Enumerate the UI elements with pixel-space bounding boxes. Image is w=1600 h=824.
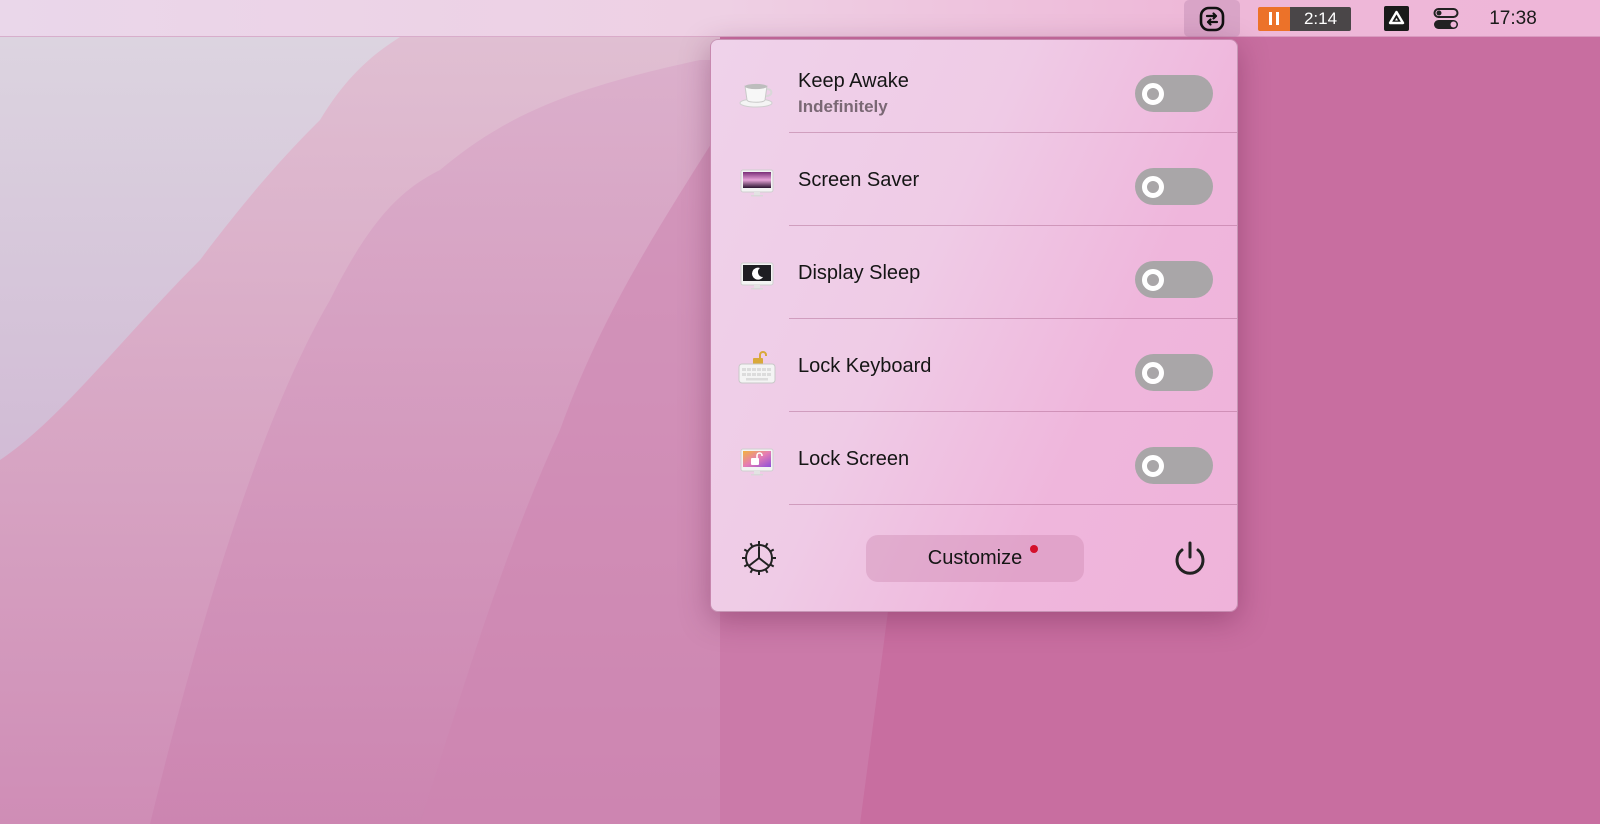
screen-saver-toggle[interactable] — [1135, 168, 1213, 205]
power-icon[interactable] — [1171, 540, 1209, 578]
keyboard-lock-icon — [738, 351, 776, 384]
lock-screen-label: Lock Screen — [798, 448, 910, 470]
timer-time: 2:14 — [1290, 6, 1351, 31]
menu-bar-clock[interactable]: 17:38 — [1478, 0, 1548, 37]
amphetamine-swap-icon — [1199, 6, 1225, 31]
menu-bar: 2:14 17:38 — [0, 0, 1600, 37]
lock-screen-row[interactable]: Lock Screen — [711, 412, 1237, 505]
popover-footer: Customize — [711, 512, 1237, 611]
display-sleep-moon-icon — [740, 262, 774, 290]
keep-awake-label: Keep Awake — [798, 70, 909, 92]
gear-icon[interactable] — [739, 538, 779, 578]
keep-awake-toggle[interactable] — [1135, 75, 1213, 112]
display-sleep-label: Display Sleep — [798, 262, 921, 284]
pause-icon[interactable] — [1258, 6, 1290, 31]
screen-saver-monitor-icon — [740, 169, 774, 197]
google-drive-menu-extra[interactable] — [1384, 0, 1409, 37]
display-sleep-toggle[interactable] — [1135, 261, 1213, 298]
lock-keyboard-row[interactable]: Lock Keyboard — [711, 319, 1237, 412]
keep-awake-duration: Indefinitely — [798, 97, 888, 116]
keep-awake-row[interactable]: Keep Awake Indefinitely — [711, 40, 1237, 133]
display-sleep-row[interactable]: Display Sleep — [711, 226, 1237, 319]
control-center-menu-extra[interactable] — [1432, 0, 1460, 37]
notification-badge — [1030, 545, 1038, 553]
amphetamine-menu-extra[interactable] — [1184, 0, 1240, 37]
lock-keyboard-label: Lock Keyboard — [798, 355, 932, 377]
timer-menu-extra[interactable]: 2:14 — [1258, 0, 1351, 37]
customize-button[interactable]: Customize — [866, 535, 1084, 582]
screen-saver-row[interactable]: Screen Saver — [711, 133, 1237, 226]
screen-saver-label: Screen Saver — [798, 169, 920, 191]
lock-screen-toggle[interactable] — [1135, 447, 1213, 484]
lock-keyboard-toggle[interactable] — [1135, 354, 1213, 391]
divider — [789, 504, 1237, 505]
control-center-toggles-icon — [1433, 7, 1459, 29]
amphetamine-popover: Keep Awake Indefinitely Screen Saver Dis… — [710, 39, 1238, 612]
google-drive-icon — [1384, 6, 1409, 31]
screen-lock-icon — [740, 448, 774, 476]
customize-label: Customize — [927, 547, 1023, 569]
coffee-cup-icon — [739, 83, 773, 108]
